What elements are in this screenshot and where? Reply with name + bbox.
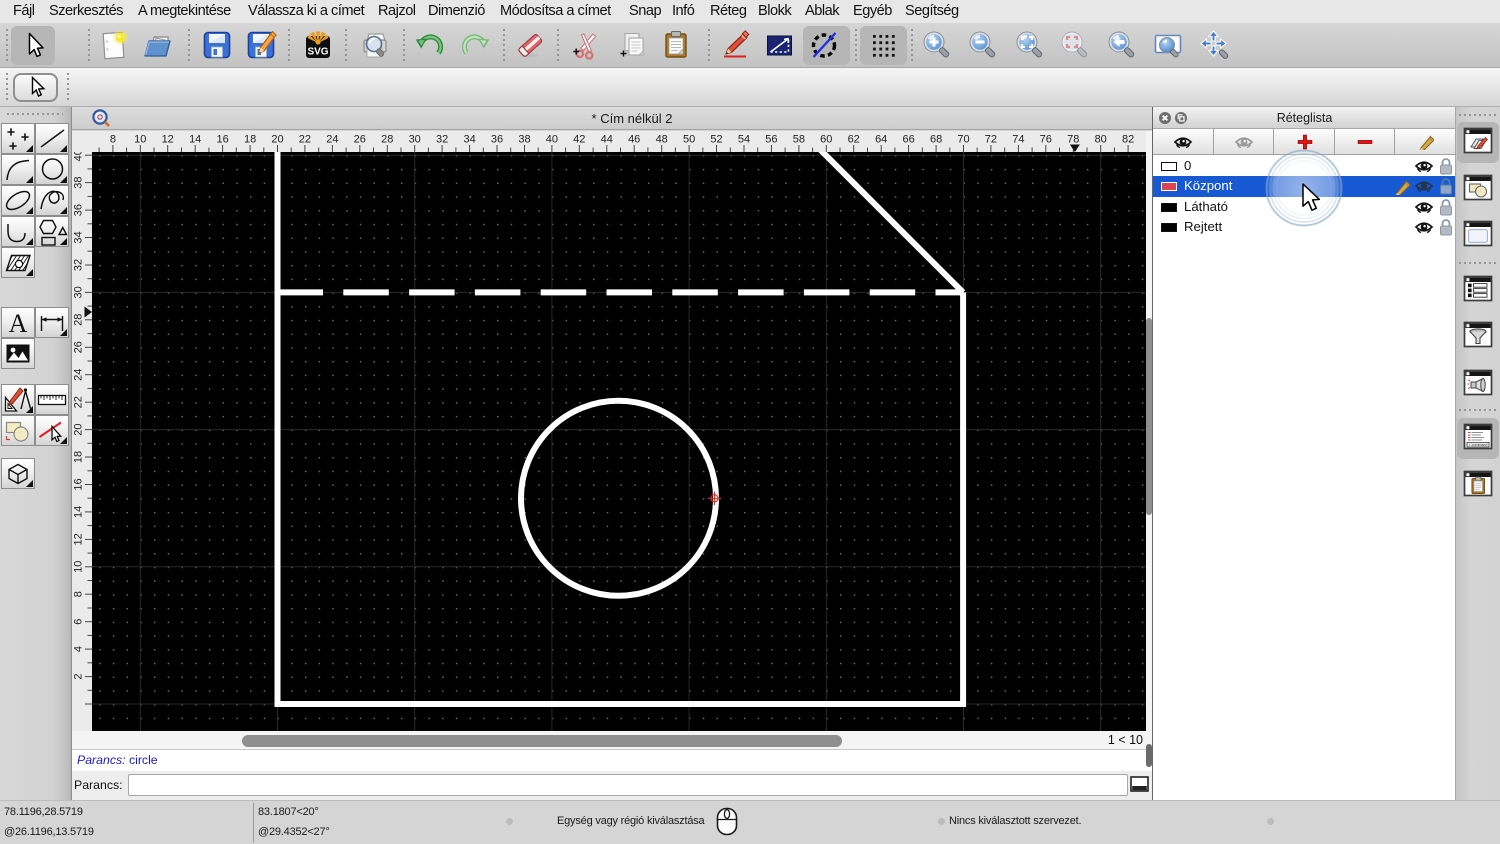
svg-text:40: 40 — [546, 134, 558, 146]
svg-text:82: 82 — [1122, 134, 1134, 146]
svg-text:18: 18 — [244, 134, 256, 146]
svg-text:32: 32 — [436, 134, 448, 146]
svg-text:40: 40 — [73, 152, 85, 161]
svg-text:10: 10 — [73, 561, 85, 573]
svg-text:46: 46 — [628, 134, 640, 146]
svg-text:30: 30 — [73, 286, 85, 298]
svg-text:42: 42 — [573, 134, 585, 146]
svg-text:16: 16 — [73, 478, 85, 490]
svg-text:72: 72 — [985, 134, 997, 146]
svg-text:74: 74 — [1012, 134, 1024, 146]
svg-text:34: 34 — [73, 231, 85, 243]
svg-text:22: 22 — [73, 396, 85, 408]
svg-text:38: 38 — [73, 176, 85, 188]
svg-text:66: 66 — [902, 134, 914, 146]
svg-text:8: 8 — [110, 134, 116, 146]
svg-text:76: 76 — [1040, 134, 1052, 146]
svg-text:34: 34 — [463, 134, 475, 146]
svg-text:24: 24 — [73, 369, 85, 381]
svg-text:50: 50 — [683, 134, 695, 146]
svg-text:A: A — [9, 309, 28, 338]
svg-text:44: 44 — [601, 134, 613, 146]
svg-text:68: 68 — [930, 134, 942, 146]
svg-text:20: 20 — [271, 134, 283, 146]
svg-text:8: 8 — [73, 591, 85, 597]
svg-text:12: 12 — [162, 134, 174, 146]
svg-text:70: 70 — [957, 134, 969, 146]
svg-text:24: 24 — [326, 134, 338, 146]
svg-text:62: 62 — [848, 134, 860, 146]
svg-text:2: 2 — [73, 674, 85, 680]
svg-text:10: 10 — [134, 134, 146, 146]
svg-text:6: 6 — [73, 619, 85, 625]
svg-text:58: 58 — [793, 134, 805, 146]
svg-text:52: 52 — [710, 134, 722, 146]
svg-text:16: 16 — [216, 134, 228, 146]
svg-text:28: 28 — [73, 314, 85, 326]
svg-text:20: 20 — [73, 423, 85, 435]
svg-text:12: 12 — [73, 533, 85, 545]
svg-text:36: 36 — [491, 134, 503, 146]
svg-text:22: 22 — [299, 134, 311, 146]
svg-text:26: 26 — [73, 341, 85, 353]
svg-text:54: 54 — [738, 134, 750, 146]
svg-text:30: 30 — [409, 134, 421, 146]
svg-text:14: 14 — [73, 506, 85, 518]
svg-text:> command: > command — [1469, 443, 1488, 447]
svg-text:56: 56 — [765, 134, 777, 146]
svg-text:14: 14 — [189, 134, 201, 146]
svg-text:4: 4 — [73, 646, 85, 652]
svg-text:36: 36 — [73, 204, 85, 216]
svg-text:64: 64 — [875, 134, 887, 146]
svg-text:60: 60 — [820, 134, 832, 146]
svg-text:18: 18 — [73, 451, 85, 463]
svg-text:80: 80 — [1095, 134, 1107, 146]
svg-text:32: 32 — [73, 259, 85, 271]
svg-text:26: 26 — [354, 134, 366, 146]
svg-text:48: 48 — [656, 134, 668, 146]
svg-text:78: 78 — [1067, 134, 1079, 146]
svg-text:38: 38 — [518, 134, 530, 146]
svg-text:SVG: SVG — [307, 47, 328, 58]
svg-text:28: 28 — [381, 134, 393, 146]
